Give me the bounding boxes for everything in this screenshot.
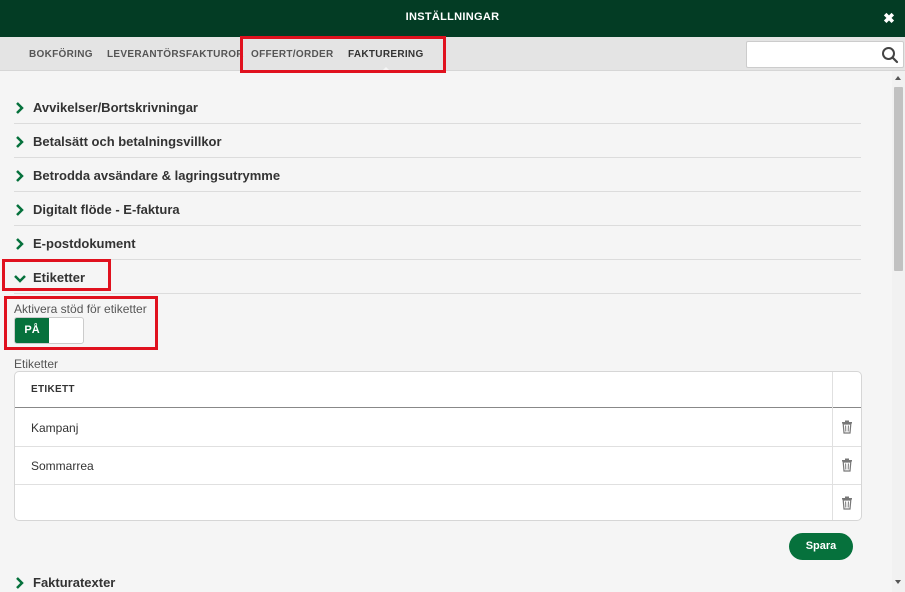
table-row: Kampanj (15, 409, 861, 447)
search-box (746, 41, 904, 68)
section-label: Digitalt flöde - E-faktura (33, 202, 180, 217)
section-label: E-postdokument (33, 236, 136, 251)
tab-leverantorsfakturor[interactable]: LEVERANTÖRSFAKTUROR (107, 49, 244, 60)
table-row: Sommarrea (15, 447, 861, 485)
etikett-cell[interactable]: Sommarrea (31, 459, 94, 473)
chevron-down-icon (14, 275, 26, 283)
scroll-down-icon[interactable] (895, 580, 901, 584)
section-label: Betrodda avsändare & lagringsutrymme (33, 168, 281, 183)
scrollbar-thumb[interactable] (894, 87, 903, 271)
trash-icon[interactable] (841, 458, 853, 472)
scroll-up-icon[interactable] (895, 76, 901, 80)
table-header: ETIKETT (15, 372, 861, 408)
chevron-right-icon (16, 102, 24, 114)
section-label: Fakturatexter (33, 575, 116, 590)
table-row (15, 485, 861, 520)
chevron-right-icon (16, 238, 24, 250)
section-label: Betalsätt och betalningsvillkor (33, 134, 222, 149)
table-label: Etiketter (14, 357, 59, 371)
tab-bokforing[interactable]: BOKFÖRING (29, 49, 93, 60)
section-etiketter[interactable]: Etiketter (14, 260, 861, 294)
toggle-label: Aktivera stöd för etiketter (14, 302, 147, 316)
close-icon[interactable]: ✖ (882, 11, 896, 25)
tab-fakturering[interactable]: FAKTURERING (348, 49, 424, 72)
toggle-on-state: PÅ (15, 318, 49, 343)
etiketter-table: ETIKETT Kampanj Sommarrea (14, 371, 862, 521)
chevron-right-icon (16, 577, 24, 589)
etikett-cell[interactable]: Kampanj (31, 421, 78, 435)
tab-offert-order[interactable]: OFFERT/ORDER (251, 49, 334, 60)
column-header-etikett: ETIKETT (31, 384, 75, 395)
search-icon[interactable] (881, 46, 899, 64)
trash-icon[interactable] (841, 496, 853, 510)
chevron-right-icon (16, 136, 24, 148)
title-bar: INSTÄLLNINGAR ✖ (0, 0, 905, 37)
section-label: Etiketter (33, 270, 86, 285)
chevron-right-icon (16, 170, 24, 182)
trash-icon[interactable] (841, 420, 853, 434)
settings-content: Avvikelser/Bortskrivningar Betalsätt och… (0, 71, 892, 592)
section-digitalt-flode[interactable]: Digitalt flöde - E-faktura (14, 192, 861, 226)
etiketter-toggle[interactable]: PÅ (14, 317, 84, 344)
section-betalsatt[interactable]: Betalsätt och betalningsvillkor (14, 124, 861, 158)
scrollbar[interactable] (892, 71, 905, 592)
window-title: INSTÄLLNINGAR (405, 11, 500, 23)
save-button[interactable]: Spara (789, 533, 853, 560)
section-betrodda-avsandare[interactable]: Betrodda avsändare & lagringsutrymme (14, 158, 861, 192)
search-input[interactable] (753, 46, 873, 64)
section-avvikelser[interactable]: Avvikelser/Bortskrivningar (14, 90, 861, 124)
section-label: Avvikelser/Bortskrivningar (33, 100, 198, 115)
section-fakturatexter[interactable]: Fakturatexter (14, 565, 861, 592)
chevron-right-icon (16, 204, 24, 216)
section-e-postdokument[interactable]: E-postdokument (14, 226, 861, 260)
